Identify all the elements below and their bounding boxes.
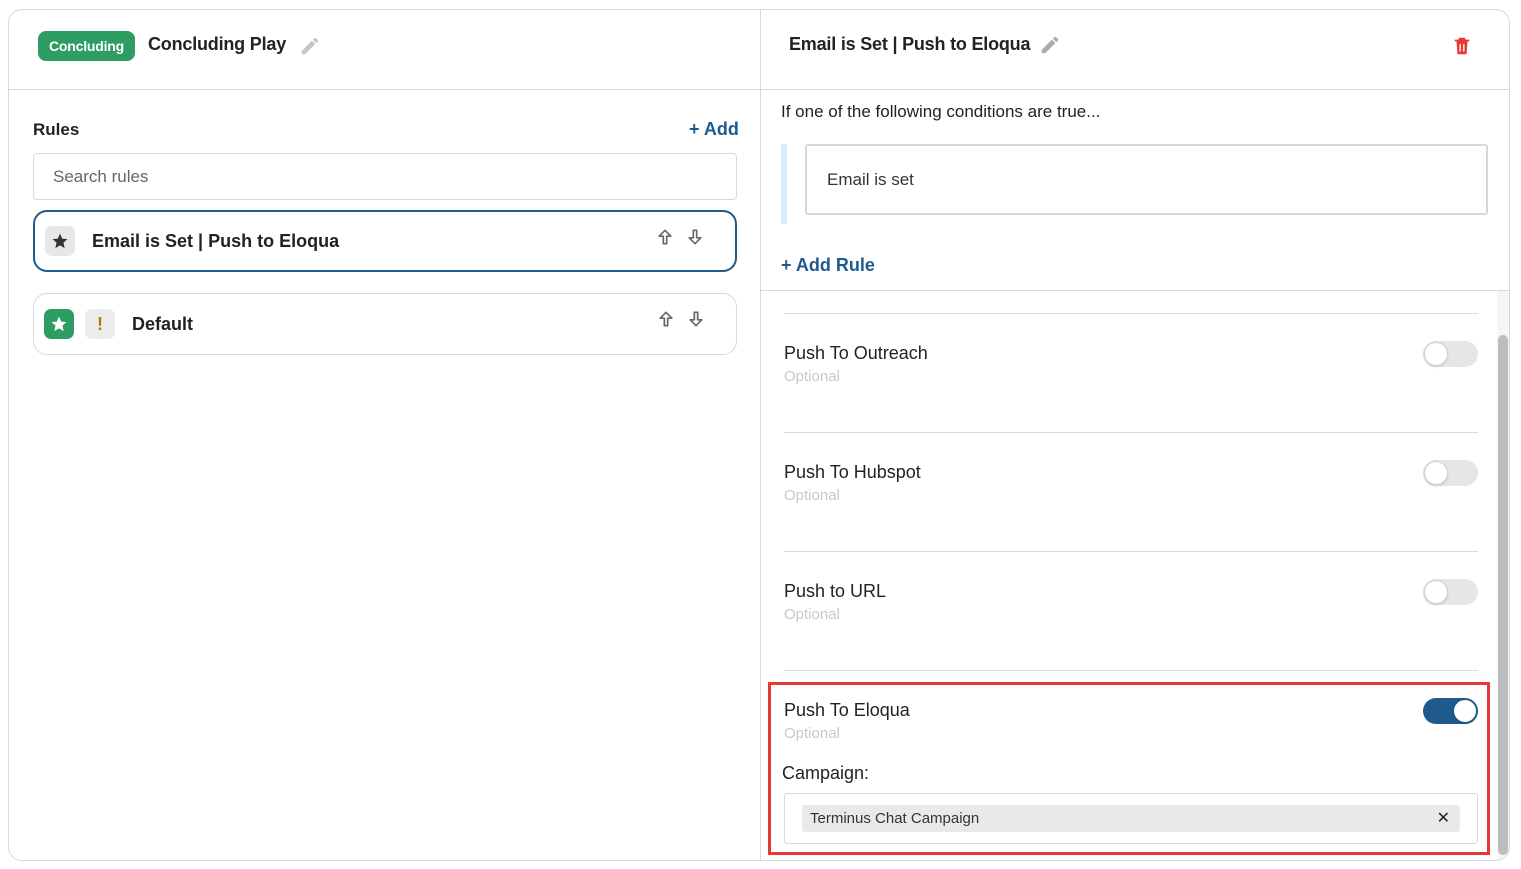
condition-item[interactable]: Email is set [805, 144, 1488, 215]
rule-name: Default [132, 314, 194, 334]
action-name: Push To Outreach [784, 343, 928, 363]
scrollbar[interactable] [1497, 291, 1509, 860]
arrow-down-icon[interactable] [685, 227, 705, 247]
scrollbar-thumb[interactable] [1498, 335, 1508, 855]
toggle-knob [1453, 699, 1477, 723]
toggle-knob [1424, 580, 1448, 604]
push-to-eloqua-toggle[interactable] [1423, 698, 1478, 724]
condition-group-bar [781, 144, 787, 224]
pencil-icon[interactable] [1039, 34, 1061, 56]
rules-label: Rules [33, 120, 80, 139]
rule-editor-window: Concluding Concluding Play Rules + Add E… [8, 9, 1510, 861]
trash-icon[interactable] [1451, 34, 1473, 58]
status-badge: Concluding [38, 31, 135, 61]
action-optional-label: Optional [784, 725, 840, 742]
rule-detail-panel: Email is Set | Push to Eloqua If one of … [761, 10, 1509, 860]
action-optional-label: Optional [784, 606, 840, 623]
play-title: Concluding Play [148, 34, 287, 54]
campaign-chip: Terminus Chat Campaign ✕ [802, 805, 1460, 832]
push-to-outreach-toggle[interactable] [1423, 341, 1478, 367]
rule-name: Email is Set | Push to Eloqua [92, 231, 340, 251]
rule-item-email-is-set[interactable]: Email is Set | Push to Eloqua [33, 210, 737, 272]
toggle-knob [1424, 461, 1448, 485]
push-to-url-toggle[interactable] [1423, 579, 1478, 605]
reorder-controls [656, 309, 706, 329]
campaign-label: Campaign: [782, 763, 870, 783]
search-rules-input[interactable] [33, 153, 737, 200]
add-rule-button[interactable]: + Add [689, 119, 739, 140]
toggle-knob [1424, 342, 1448, 366]
add-condition-button[interactable]: + Add Rule [781, 255, 875, 276]
action-name: Push To Hubspot [784, 462, 921, 482]
reorder-controls [655, 227, 705, 247]
action-optional-label: Optional [784, 368, 840, 385]
exclamation-icon: ! [85, 309, 115, 339]
close-icon[interactable]: ✕ [1437, 805, 1450, 832]
arrow-up-icon[interactable] [655, 227, 675, 247]
campaign-select[interactable]: Terminus Chat Campaign ✕ [784, 793, 1478, 844]
arrow-up-icon[interactable] [656, 309, 676, 329]
push-to-hubspot-toggle[interactable] [1423, 460, 1478, 486]
rule-item-default[interactable]: ! Default [33, 293, 737, 355]
campaign-value: Terminus Chat Campaign [810, 810, 980, 827]
actions-list: Push To Outreach Optional Push To Hubspo… [761, 290, 1509, 860]
action-row-url: Push to URL Optional [784, 551, 1478, 669]
pencil-icon[interactable] [299, 35, 321, 57]
action-optional-label: Optional [784, 487, 840, 504]
conditions-heading: If one of the following conditions are t… [781, 102, 1101, 121]
rules-panel: Concluding Concluding Play Rules + Add E… [9, 10, 761, 860]
action-row-outreach: Push To Outreach Optional [784, 313, 1478, 431]
rule-title: Email is Set | Push to Eloqua [789, 34, 1031, 54]
star-icon [45, 226, 75, 256]
action-name: Push To Eloqua [784, 700, 910, 720]
rule-header: Email is Set | Push to Eloqua [761, 10, 1509, 90]
arrow-down-icon[interactable] [686, 309, 706, 329]
action-name: Push to URL [784, 581, 887, 601]
action-row-hubspot: Push To Hubspot Optional [784, 432, 1478, 550]
play-header: Concluding Concluding Play [9, 10, 760, 90]
star-icon [44, 309, 74, 339]
